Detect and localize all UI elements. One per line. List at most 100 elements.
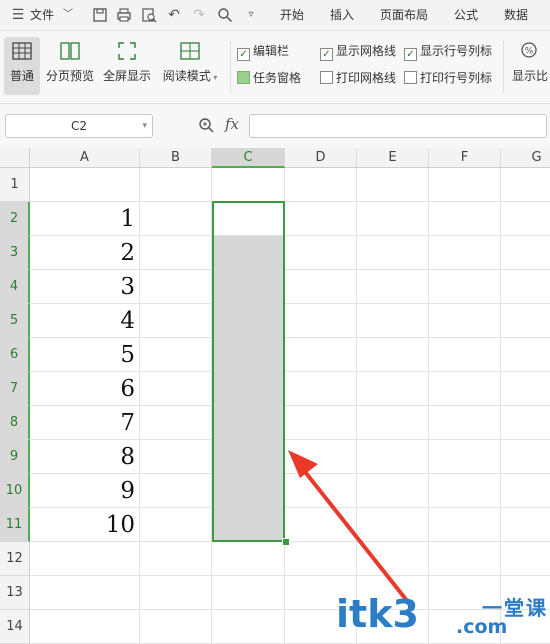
tab-insert[interactable]: 插入 bbox=[330, 0, 354, 30]
cell-d6[interactable] bbox=[285, 338, 357, 372]
cell-g2[interactable] bbox=[501, 202, 550, 236]
row-header-10[interactable]: 10 bbox=[0, 474, 30, 508]
cell-f5[interactable] bbox=[429, 304, 501, 338]
cell-d2[interactable] bbox=[285, 202, 357, 236]
cell-b13[interactable] bbox=[140, 576, 212, 610]
cell-b14[interactable] bbox=[140, 610, 212, 644]
zoom-button[interactable]: % 显示比 bbox=[510, 37, 550, 95]
cell-f4[interactable] bbox=[429, 270, 501, 304]
undo-icon[interactable]: ↶ bbox=[166, 7, 182, 23]
cell-b3[interactable] bbox=[140, 236, 212, 270]
cell-c7[interactable] bbox=[212, 372, 285, 406]
column-header-a[interactable]: A bbox=[30, 148, 140, 168]
column-header-d[interactable]: D bbox=[285, 148, 357, 168]
reading-mode-button[interactable]: 阅读模式 ▾ bbox=[160, 37, 220, 95]
chevron-down-icon[interactable]: ﹀ bbox=[60, 7, 76, 23]
chevron-down-icon[interactable]: ▾ bbox=[142, 115, 147, 137]
column-header-g[interactable]: G bbox=[501, 148, 550, 168]
row-header-2[interactable]: 2 bbox=[0, 202, 30, 236]
cell-c8[interactable] bbox=[212, 406, 285, 440]
cell-c12[interactable] bbox=[212, 542, 285, 576]
cell-b5[interactable] bbox=[140, 304, 212, 338]
insert-function-button[interactable]: fx bbox=[225, 115, 239, 133]
cell-g8[interactable] bbox=[501, 406, 550, 440]
cell-c4[interactable] bbox=[212, 270, 285, 304]
cell-b1[interactable] bbox=[140, 168, 212, 202]
cell-d8[interactable] bbox=[285, 406, 357, 440]
cell-b7[interactable] bbox=[140, 372, 212, 406]
save-icon[interactable] bbox=[92, 7, 108, 23]
cell-b11[interactable] bbox=[140, 508, 212, 542]
cell-e5[interactable] bbox=[357, 304, 429, 338]
cell-g3[interactable] bbox=[501, 236, 550, 270]
cell-g7[interactable] bbox=[501, 372, 550, 406]
column-header-e[interactable]: E bbox=[357, 148, 429, 168]
row-header-5[interactable]: 5 bbox=[0, 304, 30, 338]
file-menu[interactable]: 文件 bbox=[30, 0, 54, 30]
zoom-lookup-icon[interactable] bbox=[198, 117, 214, 137]
cell-d3[interactable] bbox=[285, 236, 357, 270]
cell-c3[interactable] bbox=[212, 236, 285, 270]
cell-d4[interactable] bbox=[285, 270, 357, 304]
search-icon[interactable] bbox=[217, 7, 233, 23]
show-gridlines-checkbox[interactable]: ✓ 显示网格线 bbox=[320, 42, 396, 61]
cell-b12[interactable] bbox=[140, 542, 212, 576]
show-headers-checkbox[interactable]: ✓ 显示行号列标 bbox=[404, 42, 492, 61]
cell-e1[interactable] bbox=[357, 168, 429, 202]
cell-f12[interactable] bbox=[429, 542, 501, 576]
hamburger-menu-icon[interactable]: ☰ bbox=[10, 7, 26, 23]
column-header-f[interactable]: F bbox=[429, 148, 501, 168]
column-header-c[interactable]: C bbox=[212, 148, 285, 168]
cell-f10[interactable] bbox=[429, 474, 501, 508]
row-header-13[interactable]: 13 bbox=[0, 576, 30, 610]
select-all-corner[interactable] bbox=[0, 148, 30, 168]
redo-icon[interactable]: ↷ bbox=[191, 7, 207, 23]
row-header-7[interactable]: 7 bbox=[0, 372, 30, 406]
cell-d1[interactable] bbox=[285, 168, 357, 202]
normal-view-button[interactable]: 普通 bbox=[4, 37, 40, 95]
cell-b2[interactable] bbox=[140, 202, 212, 236]
row-header-3[interactable]: 3 bbox=[0, 236, 30, 270]
cell-c11[interactable] bbox=[212, 508, 285, 542]
cell-b8[interactable] bbox=[140, 406, 212, 440]
print-gridlines-checkbox[interactable]: 打印网格线 bbox=[320, 69, 396, 87]
cell-f11[interactable] bbox=[429, 508, 501, 542]
row-header-1[interactable]: 1 bbox=[0, 168, 30, 202]
row-header-4[interactable]: 4 bbox=[0, 270, 30, 304]
row-header-14[interactable]: 14 bbox=[0, 610, 30, 644]
formula-bar-checkbox[interactable]: ✓ 编辑栏 bbox=[237, 42, 289, 61]
cell-b10[interactable] bbox=[140, 474, 212, 508]
cell-f8[interactable] bbox=[429, 406, 501, 440]
cell-g9[interactable] bbox=[501, 440, 550, 474]
tab-data[interactable]: 数据 bbox=[504, 0, 528, 30]
cell-f9[interactable] bbox=[429, 440, 501, 474]
cell-b4[interactable] bbox=[140, 270, 212, 304]
cell-f7[interactable] bbox=[429, 372, 501, 406]
cell-c14[interactable] bbox=[212, 610, 285, 644]
cell-f2[interactable] bbox=[429, 202, 501, 236]
cell-g6[interactable] bbox=[501, 338, 550, 372]
cell-f6[interactable] bbox=[429, 338, 501, 372]
cell-c1[interactable] bbox=[212, 168, 285, 202]
cell-c9[interactable] bbox=[212, 440, 285, 474]
name-box[interactable]: C2 ▾ bbox=[5, 114, 153, 138]
cell-e4[interactable] bbox=[357, 270, 429, 304]
cell-f3[interactable] bbox=[429, 236, 501, 270]
row-header-11[interactable]: 11 bbox=[0, 508, 30, 542]
cell-c2[interactable] bbox=[212, 202, 285, 236]
cell-f1[interactable] bbox=[429, 168, 501, 202]
row-header-9[interactable]: 9 bbox=[0, 440, 30, 474]
row-header-12[interactable]: 12 bbox=[0, 542, 30, 576]
cell-g10[interactable] bbox=[501, 474, 550, 508]
cell-e8[interactable] bbox=[357, 406, 429, 440]
cell-c5[interactable] bbox=[212, 304, 285, 338]
formula-input[interactable] bbox=[249, 114, 547, 138]
cell-d7[interactable] bbox=[285, 372, 357, 406]
cell-c10[interactable] bbox=[212, 474, 285, 508]
more-options-icon[interactable]: ▿ bbox=[243, 7, 259, 23]
tab-formulas[interactable]: 公式 bbox=[454, 0, 478, 30]
cell-g12[interactable] bbox=[501, 542, 550, 576]
cell-e2[interactable] bbox=[357, 202, 429, 236]
print-headers-checkbox[interactable]: 打印行号列标 bbox=[404, 69, 492, 87]
task-pane-checkbox[interactable]: 任务窗格 bbox=[237, 69, 301, 87]
